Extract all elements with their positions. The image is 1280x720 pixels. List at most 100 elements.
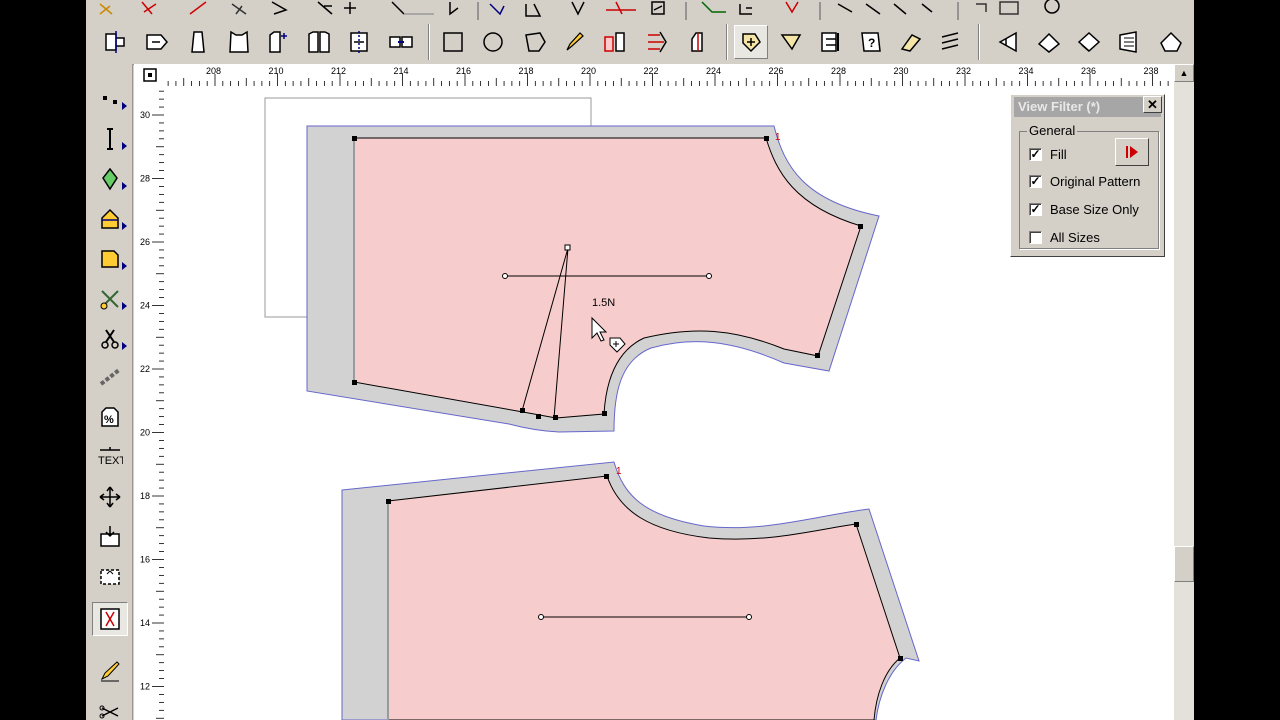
pleat-icon [101,208,119,229]
scissors-cut-button[interactable] [92,694,128,720]
toolbar-row-1-icons[interactable] [86,0,1194,20]
view-filter-title[interactable]: View Filter (*) [1014,97,1161,117]
point-tool-button[interactable] [92,82,128,116]
ruler-label: 226 [769,66,784,76]
all-sizes-checkbox[interactable] [1029,230,1042,244]
line-tool-button[interactable] [92,122,128,156]
scissors-small-icon [99,705,119,719]
svg-text:%: % [104,414,114,426]
stack-tool-icon[interactable] [1112,25,1146,59]
ruler-label: 228 [831,66,846,76]
piece-hand-icon[interactable] [682,25,716,59]
percent-icon: % [101,407,119,427]
notch-shape-icon[interactable] [774,25,808,59]
svg-text:?: ? [868,36,875,50]
fill-checkbox[interactable]: ✓ [1029,147,1042,161]
draw-tool-button[interactable] [92,654,128,688]
pattern-piece-1 [353,137,862,419]
ruler-label: 230 [894,66,909,76]
grade-tool-button[interactable] [92,560,128,594]
toolbar-row-2: ? [86,20,1194,65]
scissors-tool-button[interactable] [92,322,128,356]
notch-align-icon[interactable] [814,25,848,59]
ruler-label: 236 [1081,66,1096,76]
piece-icon [101,250,119,268]
grading-tool-icon[interactable] [640,25,674,59]
close-icon[interactable]: ✕ [1143,96,1162,113]
ruler-label: 216 [456,66,471,76]
move-tool-button[interactable] [92,480,128,514]
view-filter-panel: View Filter (*) ✕ General ✓ Fill ✓ Origi… [1010,94,1165,257]
point-icon [103,96,117,104]
chain-tool-button[interactable] [92,360,128,394]
vertical-scrollbar[interactable]: ▲ [1174,64,1194,720]
svg-text:1: 1 [616,466,622,477]
svg-text:1: 1 [775,132,781,143]
split-piece-tool-button[interactable] [92,602,128,636]
piece-shape-icon[interactable] [182,25,216,59]
bodice-piece-icon[interactable] [222,25,256,59]
general-group-label: General [1027,123,1078,138]
pencil-tool-icon[interactable] [558,25,592,59]
text-tool-button[interactable]: TEXT [92,440,128,474]
all-sizes-option[interactable]: All Sizes [1029,227,1100,247]
apply-fill-button[interactable] [1115,138,1149,166]
piece-fold-icon[interactable] [342,25,376,59]
piece-mirror-icon[interactable] [302,25,336,59]
cut-icon [100,290,119,310]
pleat-tool-button[interactable] [92,202,128,236]
ruler-label: 24 [140,301,150,311]
notch-tool-icon[interactable] [894,25,928,59]
ruler-label: 22 [140,364,150,374]
insert-tool-button[interactable] [92,520,128,554]
split-piece-icon [100,608,120,630]
hand-tool-icon[interactable] [1154,25,1188,59]
polygon-tool-icon[interactable] [518,25,552,59]
toolbar-row-1 [86,0,1194,21]
measure-tool-icon[interactable] [1072,25,1106,59]
rectangle-tool-icon[interactable] [436,25,470,59]
svg-text:1.5N: 1.5N [592,297,615,309]
ruler-label: 208 [206,66,221,76]
ruler-label: 14 [140,618,150,628]
base-size-only-checkbox[interactable]: ✓ [1029,202,1042,216]
fill-option[interactable]: ✓ Fill [1029,144,1067,164]
original-pattern-checkbox[interactable]: ✓ [1029,174,1042,188]
piece-tool-button[interactable] [92,242,128,276]
scroll-thumb[interactable] [1174,546,1194,582]
original-pattern-option[interactable]: ✓ Original Pattern [1029,171,1140,191]
dart-tool-button[interactable] [92,162,128,196]
insert-icon [100,526,120,547]
move-arrows-icon [99,486,121,508]
ruler-label: 220 [581,66,596,76]
piece-add-icon[interactable] [140,25,174,59]
ruler-label: 214 [394,66,409,76]
circle-tool-icon[interactable] [476,25,510,59]
ruler-label: 12 [140,682,150,692]
piece-split-icon[interactable] [98,25,132,59]
piece-pair-icon[interactable] [598,25,632,59]
cut-tool-button[interactable] [92,282,128,316]
ruler-tool-icon[interactable] [1032,25,1066,59]
percent-tool-button[interactable]: % [92,400,128,434]
notch-add-icon[interactable] [734,25,768,59]
ruler-label: 218 [519,66,534,76]
ruler-label: 18 [140,491,150,501]
ruler-label: 26 [140,237,150,247]
toolbar-separator [978,24,980,60]
flag-tool-icon[interactable] [992,25,1026,59]
piece-copy-icon[interactable] [262,25,296,59]
piece-combine-icon[interactable] [384,25,418,59]
notch-multi-icon[interactable] [934,25,968,59]
scroll-up-button[interactable]: ▲ [1174,64,1194,82]
chain-icon [99,368,121,386]
all-sizes-label: All Sizes [1050,229,1100,245]
base-size-only-option[interactable]: ✓ Base Size Only [1029,199,1139,219]
notch-query-icon[interactable]: ? [854,25,888,59]
ruler-label: 16 [140,555,150,565]
line-icon [107,128,113,150]
ruler-label: 210 [269,66,284,76]
ruler-corner[interactable] [134,64,165,87]
toolbar-separator [428,24,430,60]
dart-icon [102,167,118,191]
